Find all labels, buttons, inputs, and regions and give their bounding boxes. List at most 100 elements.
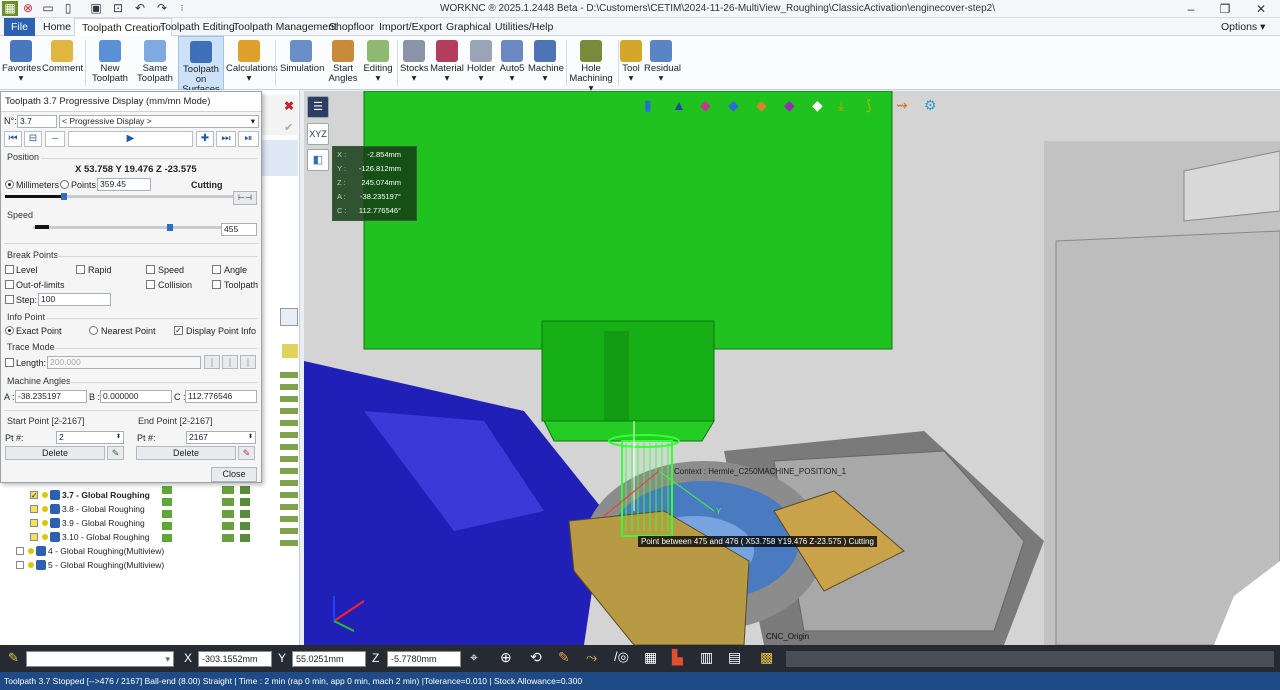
position-slider[interactable] bbox=[5, 192, 233, 202]
auto5-button[interactable]: Auto5 ▾ bbox=[498, 36, 526, 90]
close-window-button[interactable]: ✕ bbox=[1246, 1, 1276, 17]
close-panel-icon[interactable]: ✖ bbox=[284, 99, 294, 113]
tree-add-icon[interactable] bbox=[280, 308, 298, 326]
maximize-button[interactable]: ❐ bbox=[1210, 1, 1240, 17]
tree-checkbox[interactable]: ✓ bbox=[30, 491, 38, 500]
points-radio[interactable] bbox=[60, 180, 69, 189]
tree-item[interactable]: 3.10 - Global Roughing bbox=[0, 530, 300, 544]
tool-status-icon[interactable]: ✎ bbox=[8, 650, 19, 666]
tree-checkbox[interactable] bbox=[30, 505, 38, 513]
3d-viewport[interactable]: ☰ XYZ ◧ ▮ ▲ ◆ ◆ ◆ ◆ ◆ ⤓ ⟆ ⇝ ⚙ Point betw… bbox=[304, 91, 1280, 645]
purple-cube-icon[interactable]: ◆ bbox=[784, 97, 795, 114]
step-forward-button[interactable]: ⏭ bbox=[216, 131, 236, 147]
simulation-button[interactable]: Simulation bbox=[280, 36, 324, 90]
y-coord-field[interactable]: 55.0251mm bbox=[292, 651, 366, 667]
nearest-point-radio[interactable] bbox=[89, 326, 98, 335]
trace-option-2-button[interactable]: ❘ bbox=[222, 355, 238, 369]
stocks-button[interactable]: Stocks ▾ bbox=[400, 36, 429, 90]
break-collision-checkbox[interactable] bbox=[146, 280, 155, 289]
reset-position-button[interactable]: ⊢⊣ bbox=[233, 191, 257, 205]
tab-utilities-help[interactable]: Utilities/Help bbox=[488, 18, 560, 36]
options-menu[interactable]: Options ▾ bbox=[1214, 18, 1272, 36]
export-icon[interactable]: ⊡ bbox=[110, 1, 126, 16]
tree-item[interactable]: 5 - Global Roughing(Multiview) bbox=[0, 558, 300, 572]
break-toolpath-checkbox[interactable] bbox=[212, 280, 221, 289]
x-coord-field[interactable]: -303.1552mm bbox=[198, 651, 272, 667]
building-icon[interactable]: ▥ bbox=[700, 649, 713, 666]
redo-icon[interactable]: ↷ bbox=[154, 1, 170, 16]
tree-checkbox[interactable] bbox=[30, 533, 38, 541]
length-checkbox[interactable] bbox=[5, 358, 14, 367]
speed-slider[interactable] bbox=[33, 223, 221, 233]
favorites-button[interactable]: Favorites ▾ bbox=[2, 36, 41, 90]
start-angles-button[interactable]: Start Angles bbox=[326, 36, 360, 90]
selection-dropdown[interactable]: ▾ bbox=[26, 651, 174, 667]
tab-import-export[interactable]: Import/Export bbox=[372, 18, 449, 36]
minimize-button[interactable]: – bbox=[1176, 1, 1206, 17]
pick-end-icon[interactable]: ✎ bbox=[238, 446, 255, 460]
slash-icon[interactable]: /◎ bbox=[614, 649, 629, 665]
menu-icon[interactable]: ☰ bbox=[307, 96, 329, 118]
workpiece-icon[interactable]: ▩ bbox=[760, 649, 773, 666]
view-xyz-icon[interactable]: XYZ bbox=[307, 123, 329, 145]
play-button[interactable]: ▶ bbox=[68, 131, 193, 147]
tree-item[interactable]: 4 - Global Roughing(Multiview) bbox=[0, 544, 300, 558]
new-doc-icon[interactable]: ▯ bbox=[60, 1, 76, 16]
cap-view-icon[interactable]: ▲ bbox=[672, 97, 686, 113]
millimeters-radio[interactable] bbox=[5, 180, 14, 189]
delete-start-button[interactable]: Delete bbox=[5, 446, 105, 460]
display-mode-select[interactable]: < Progressive Display > ▾ bbox=[59, 115, 259, 128]
settings-view-icon[interactable]: ⚙ bbox=[924, 97, 937, 114]
path-toggle-icon[interactable]: ⟆ bbox=[866, 97, 871, 114]
tab-file[interactable]: File bbox=[4, 18, 35, 36]
end-pt-field[interactable]: 2167 ⬍ bbox=[186, 431, 256, 444]
trace-option-1-button[interactable]: ❘ bbox=[204, 355, 220, 369]
calculations-button[interactable]: Calculations ▾ bbox=[226, 36, 278, 90]
tool-button[interactable]: Tool ▾ bbox=[620, 36, 642, 90]
break-speed-checkbox[interactable] bbox=[146, 265, 155, 274]
tab-home[interactable]: Home bbox=[36, 18, 78, 36]
display-point-info-checkbox[interactable]: ✓ bbox=[174, 326, 183, 335]
open-folder-icon[interactable]: ▭ bbox=[40, 1, 56, 16]
holder-button[interactable]: Holder ▾ bbox=[466, 36, 496, 90]
undo-icon[interactable]: ↶ bbox=[132, 1, 148, 16]
customize-qa-icon[interactable]: ⁝ bbox=[174, 1, 190, 16]
break-out-of-limits-checkbox[interactable] bbox=[5, 280, 14, 289]
z-coord-field[interactable]: -5.7780mm bbox=[387, 651, 461, 667]
c-angle-field[interactable]: 112.776546 bbox=[185, 390, 257, 403]
speed-slider-thumb[interactable] bbox=[167, 224, 174, 231]
break-level-checkbox[interactable] bbox=[5, 265, 14, 274]
toolpath-on-surfaces-button[interactable]: Toolpath onSurfaces bbox=[178, 36, 224, 95]
last-point-button[interactable]: ⏯ bbox=[238, 131, 259, 147]
hole-machining-button[interactable]: Hole Machining ▾ bbox=[568, 36, 614, 94]
spinner-icon[interactable]: ⬍ bbox=[116, 432, 121, 443]
pick-start-icon[interactable]: ✎ bbox=[107, 446, 124, 460]
plus-button[interactable]: ✚ bbox=[196, 131, 214, 147]
tree-item[interactable]: ✓ 3.7 - Global Roughing bbox=[0, 488, 300, 502]
tree-item[interactable]: 3.9 - Global Roughing bbox=[0, 516, 300, 530]
factory-icon[interactable]: ▙ bbox=[672, 649, 683, 666]
a-angle-field[interactable]: -38.235197 bbox=[15, 390, 87, 403]
tool-pick-icon[interactable]: ✎ bbox=[558, 649, 570, 666]
pick-point-icon[interactable]: ⌖ bbox=[470, 649, 478, 666]
step-back-button[interactable]: ⊟ bbox=[24, 131, 42, 147]
grid-icon[interactable]: ▦ bbox=[644, 649, 657, 666]
link-view-icon[interactable]: ⇝ bbox=[896, 97, 908, 114]
position-slider-thumb[interactable] bbox=[61, 193, 68, 200]
curve-icon[interactable]: ⤳ bbox=[586, 649, 597, 666]
step-checkbox[interactable] bbox=[5, 295, 14, 304]
same-toolpath-button[interactable]: Same Toolpath bbox=[134, 36, 176, 90]
material-button[interactable]: Material ▾ bbox=[430, 36, 464, 90]
step-field[interactable]: 100 bbox=[38, 293, 111, 306]
new-toolpath-button[interactable]: New Toolpath bbox=[90, 36, 130, 90]
first-point-button[interactable]: ⏮ bbox=[4, 131, 22, 147]
shaded-cube-icon[interactable]: ◆ bbox=[756, 97, 767, 114]
speed-value-field[interactable]: 455 bbox=[221, 223, 257, 236]
validate-icon[interactable]: ✔ bbox=[284, 121, 293, 134]
close-button[interactable]: Close bbox=[211, 467, 257, 482]
trace-option-3-button[interactable]: ❘ bbox=[240, 355, 256, 369]
b-angle-field[interactable]: 0.000000 bbox=[100, 390, 172, 403]
delete-end-button[interactable]: Delete bbox=[136, 446, 236, 460]
white-cube-icon[interactable]: ◆ bbox=[812, 97, 823, 114]
tree-checkbox[interactable] bbox=[16, 561, 24, 569]
